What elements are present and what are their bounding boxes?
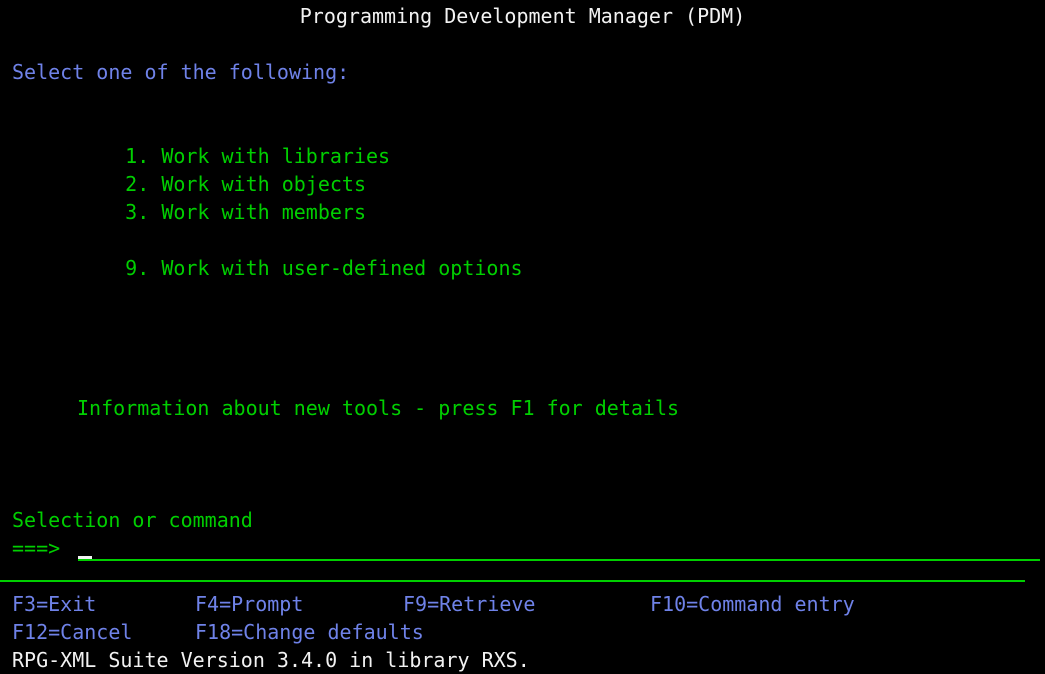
command-input-underline[interactable]	[78, 559, 1040, 561]
function-key-f4[interactable]: F4=Prompt	[195, 590, 303, 618]
function-key-f9[interactable]: F9=Retrieve	[403, 590, 535, 618]
menu-option-3-number: 3.	[125, 200, 150, 224]
function-key-f10[interactable]: F10=Command entry	[650, 590, 855, 618]
selection-arrow: ===>	[12, 536, 61, 560]
menu-option-spacer	[149, 200, 161, 224]
menu-option-spacer	[149, 256, 161, 280]
menu-option-9-number: 9.	[125, 256, 150, 280]
screen-title-text: Programming Development Manager (PDM)	[299, 4, 746, 28]
status-message: RPG-XML Suite Version 3.4.0 in library R…	[12, 648, 530, 672]
menu-option-3-label: Work with members	[161, 200, 367, 224]
selection-label: Selection or command	[12, 508, 253, 532]
function-key-f3[interactable]: F3=Exit	[12, 590, 96, 618]
footer-divider	[0, 580, 1025, 582]
screen-title: Programming Development Manager (PDM)	[0, 2, 1045, 30]
info-message: Information about new tools - press F1 f…	[77, 396, 680, 420]
select-instruction: Select one of the following:	[12, 60, 350, 84]
command-input-cursor	[78, 556, 92, 559]
function-key-f18[interactable]: F18=Change defaults	[195, 618, 424, 646]
menu-option-9[interactable]: 9. Work with user-defined options	[0, 226, 523, 310]
terminal-screen: Programming Development Manager (PDM) Se…	[0, 0, 1045, 672]
function-key-f12[interactable]: F12=Cancel	[12, 618, 132, 646]
menu-option-9-label: Work with user-defined options	[161, 256, 523, 280]
